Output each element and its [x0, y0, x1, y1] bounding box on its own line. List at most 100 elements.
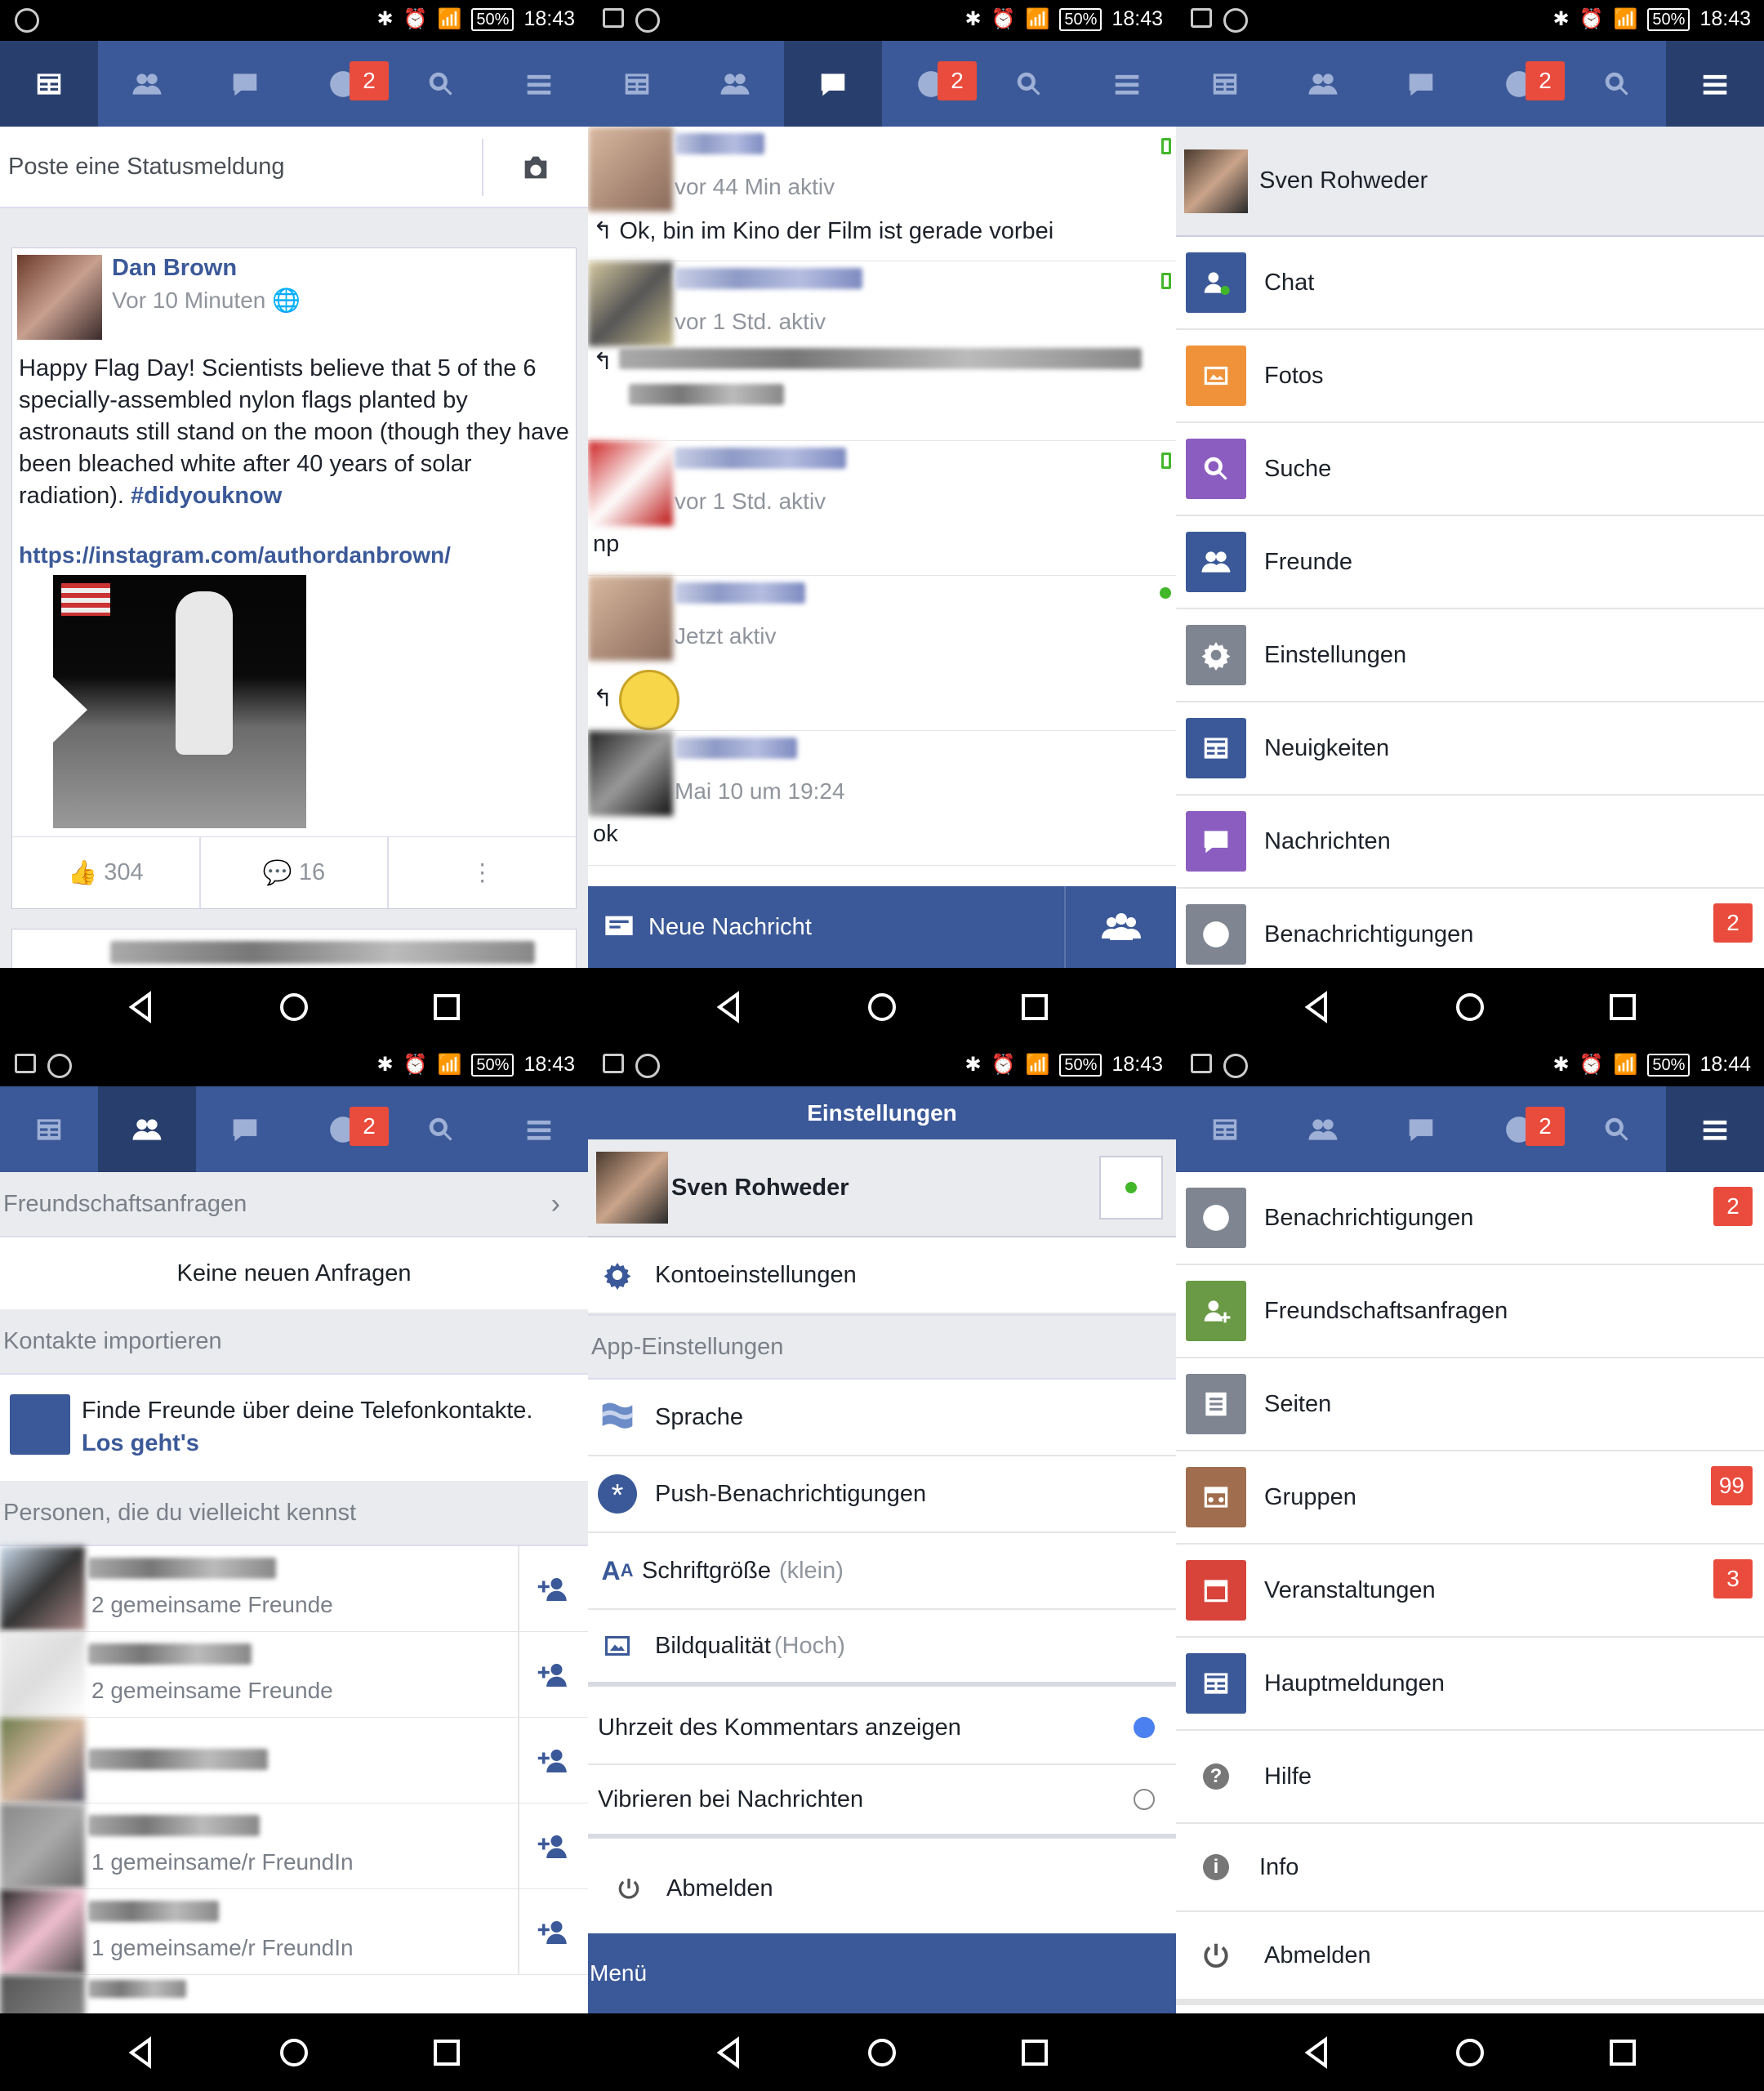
- show-time-row[interactable]: Uhrzeit des Kommentars anzeigen: [588, 1692, 1176, 1765]
- tab-messages[interactable]: [1372, 1086, 1470, 1172]
- import-contacts-row[interactable]: Finde Freunde über deine Telefonkontakte…: [0, 1375, 588, 1481]
- recents-icon[interactable]: [1018, 2036, 1051, 2069]
- new-group-button[interactable]: [1066, 907, 1176, 947]
- tab-menu[interactable]: [490, 1086, 588, 1172]
- vibrate-row[interactable]: Vibrieren bei Nachrichten: [588, 1765, 1176, 1839]
- menu-item-notifications[interactable]: Benachrichtigungen 2: [1176, 1172, 1764, 1265]
- recents-icon[interactable]: [430, 2036, 463, 2069]
- menu-item-settings[interactable]: Einstellungen: [1176, 609, 1764, 702]
- author-avatar[interactable]: [17, 255, 102, 340]
- online-toggle[interactable]: [1099, 1156, 1163, 1219]
- tab-friends[interactable]: [686, 41, 784, 127]
- menu-item-pages[interactable]: Seiten: [1176, 1358, 1764, 1451]
- back-icon[interactable]: [125, 990, 158, 1023]
- tab-menu[interactable]: [490, 41, 588, 127]
- menu-item-friend-requests[interactable]: Freundschaftsanfragen: [1176, 1265, 1764, 1358]
- new-message-button[interactable]: Neue Nachricht: [588, 886, 1066, 968]
- table-row[interactable]: 2 gemeinsame Freunde: [0, 1632, 588, 1718]
- menu-item-notifications[interactable]: Benachrichtigungen 2: [1176, 889, 1764, 968]
- tab-friends[interactable]: [1274, 1086, 1372, 1172]
- compose-bar[interactable]: Poste eine Statusmeldung: [0, 127, 588, 208]
- tab-messages[interactable]: [196, 1086, 294, 1172]
- tab-menu[interactable]: [1666, 1086, 1764, 1172]
- list-item[interactable]: vor 1 Std. aktiv ↰: [588, 261, 1176, 441]
- logout-row[interactable]: Abmelden: [588, 1844, 1176, 1933]
- font-size-row[interactable]: A A Schriftgröße (klein): [588, 1533, 1176, 1610]
- home-icon[interactable]: [278, 991, 310, 1023]
- back-icon[interactable]: [1301, 990, 1334, 1023]
- tab-friends[interactable]: [1274, 41, 1372, 127]
- list-item[interactable]: Mai 10 um 19:24 ok: [588, 731, 1176, 866]
- tab-notifications[interactable]: 2: [294, 1086, 392, 1172]
- image-quality-row[interactable]: Bildqualität (Hoch): [588, 1610, 1176, 1687]
- tab-search[interactable]: [392, 41, 490, 127]
- import-link[interactable]: Los geht's: [82, 1430, 199, 1456]
- table-row[interactable]: 1 gemeinsame/r FreundIn: [0, 1803, 588, 1889]
- back-icon[interactable]: [125, 2035, 158, 2069]
- tab-search[interactable]: [1568, 41, 1666, 127]
- tab-notifications[interactable]: 2: [1470, 1086, 1568, 1172]
- table-row[interactable]: [0, 1975, 588, 2013]
- home-icon[interactable]: [1454, 991, 1486, 1023]
- author-name[interactable]: Dan Brown: [112, 255, 301, 282]
- friend-requests-header[interactable]: Freundschaftsanfragen ›: [0, 1172, 588, 1237]
- add-friend-button[interactable]: [518, 1718, 588, 1803]
- menu-item-friends[interactable]: Freunde: [1176, 516, 1764, 609]
- add-friend-button[interactable]: [518, 1546, 588, 1632]
- language-row[interactable]: Sprache: [588, 1380, 1176, 1456]
- tab-news[interactable]: [0, 41, 98, 127]
- tab-menu[interactable]: [1078, 41, 1176, 127]
- tab-messages[interactable]: [784, 41, 882, 127]
- tab-news[interactable]: [1176, 41, 1274, 127]
- tab-notifications[interactable]: 2: [882, 41, 980, 127]
- home-icon[interactable]: [866, 991, 898, 1023]
- recents-icon[interactable]: [1606, 991, 1639, 1023]
- tab-search[interactable]: [980, 41, 1078, 127]
- comment-button[interactable]: 💬 16: [201, 837, 390, 908]
- tab-friends[interactable]: [98, 1086, 196, 1172]
- tab-messages[interactable]: [1372, 41, 1470, 127]
- checkbox-checked-icon[interactable]: [1134, 1717, 1155, 1738]
- tab-messages[interactable]: [196, 41, 294, 127]
- menu-item-logout[interactable]: Abmelden: [1176, 1912, 1764, 2005]
- hashtag-link[interactable]: #didyouknow: [131, 483, 282, 509]
- push-notifications-row[interactable]: * Push-Benachrichtigungen: [588, 1456, 1176, 1533]
- tab-news[interactable]: [0, 1086, 98, 1172]
- list-item[interactable]: vor 1 Std. aktiv np: [588, 441, 1176, 576]
- tab-notifications[interactable]: 2: [1470, 41, 1568, 127]
- menu-item-top-stories[interactable]: Hauptmeldungen: [1176, 1638, 1764, 1731]
- menu-item-events[interactable]: Veranstaltungen 3: [1176, 1545, 1764, 1638]
- recents-icon[interactable]: [1018, 991, 1051, 1023]
- tab-menu[interactable]: [1666, 41, 1764, 127]
- table-row[interactable]: [0, 1718, 588, 1803]
- add-friend-button[interactable]: [518, 1803, 588, 1889]
- menu-item-groups[interactable]: Gruppen 99: [1176, 1451, 1764, 1545]
- post-link[interactable]: https://instagram.com/authordanbrown/: [19, 542, 451, 568]
- tab-friends[interactable]: [98, 41, 196, 127]
- camera-button[interactable]: [482, 139, 588, 196]
- table-row[interactable]: 2 gemeinsame Freunde: [0, 1546, 588, 1632]
- like-button[interactable]: 👍 304: [12, 837, 201, 908]
- tab-news[interactable]: [588, 41, 686, 127]
- home-icon[interactable]: [278, 2036, 310, 2069]
- tab-news[interactable]: [1176, 1086, 1274, 1172]
- back-icon[interactable]: [713, 990, 746, 1023]
- add-friend-button[interactable]: [518, 1889, 588, 1975]
- menu-item-search[interactable]: Suche: [1176, 423, 1764, 516]
- recents-icon[interactable]: [430, 991, 463, 1023]
- recents-icon[interactable]: [1606, 2036, 1639, 2069]
- tab-search[interactable]: [1568, 1086, 1666, 1172]
- table-row[interactable]: 1 gemeinsame/r FreundIn: [0, 1889, 588, 1975]
- more-button[interactable]: ⋮: [389, 837, 576, 908]
- tab-search[interactable]: [392, 1086, 490, 1172]
- account-settings-row[interactable]: Kontoeinstellungen: [588, 1237, 1176, 1314]
- menu-item-help[interactable]: ? Hilfe: [1176, 1731, 1764, 1824]
- menu-item-news[interactable]: Neuigkeiten: [1176, 702, 1764, 796]
- menu-item-info[interactable]: i Info: [1176, 1824, 1764, 1912]
- home-icon[interactable]: [866, 2036, 898, 2069]
- back-icon[interactable]: [1301, 2035, 1334, 2069]
- profile-row[interactable]: Sven Rohweder: [588, 1139, 1176, 1237]
- tab-notifications[interactable]: 2: [294, 41, 392, 127]
- home-icon[interactable]: [1454, 2036, 1486, 2069]
- menu-item-messages[interactable]: Nachrichten: [1176, 796, 1764, 889]
